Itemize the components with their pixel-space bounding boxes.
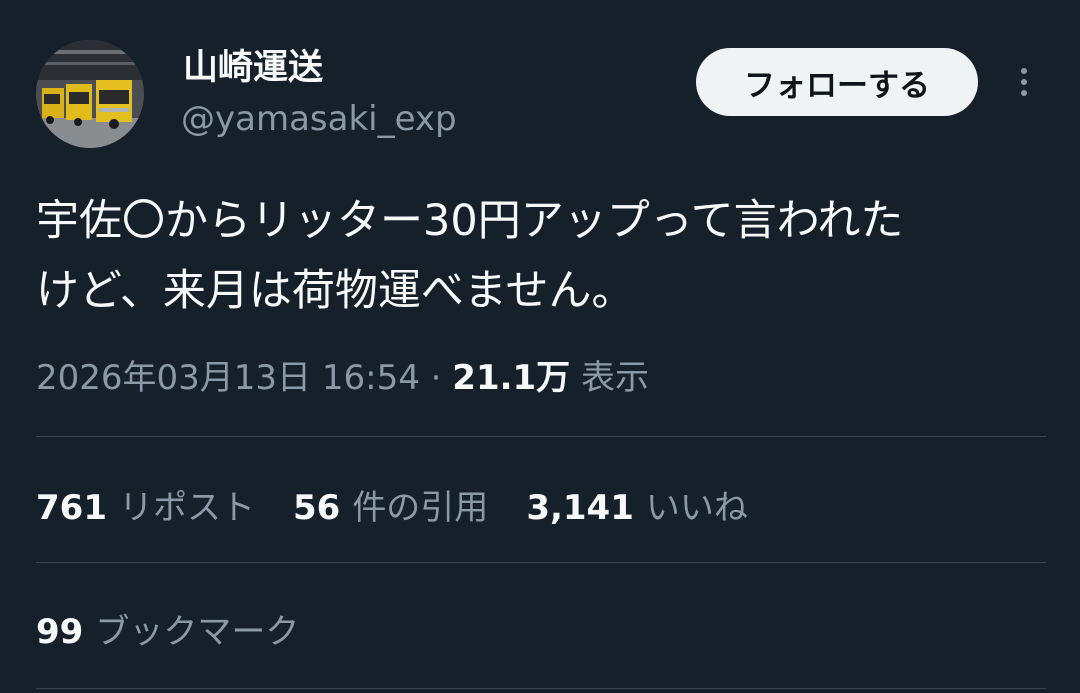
divider bbox=[36, 688, 1046, 689]
more-dot bbox=[1021, 68, 1027, 74]
timestamp[interactable]: 2026年03月13日 16:54 bbox=[36, 358, 420, 398]
bookmarks-stat-row: 99 ブックマーク bbox=[36, 600, 337, 656]
tweet-text-line: けど、来月は荷物運べません。 bbox=[36, 266, 635, 316]
follow-button[interactable]: フォローする bbox=[696, 48, 978, 116]
views-label: 表示 bbox=[581, 358, 649, 398]
tweet-card: 山崎運送 @yamasaki_exp フォローする 宇佐〇からリッター30円アッ… bbox=[0, 0, 1080, 693]
more-dot bbox=[1021, 90, 1027, 96]
likes-label: いいね bbox=[645, 487, 748, 528]
reposts-count: 761 bbox=[36, 487, 107, 528]
quotes-stat[interactable]: 56 件の引用 bbox=[293, 480, 488, 529]
bookmarks-stat[interactable]: 99 ブックマーク bbox=[36, 604, 299, 653]
reposts-label: リポスト bbox=[118, 487, 255, 528]
divider bbox=[36, 436, 1046, 437]
likes-count: 3,141 bbox=[526, 487, 634, 528]
quotes-label: 件の引用 bbox=[352, 487, 489, 528]
tweet-text: 宇佐〇からリッター30円アップって言われた けど、来月は荷物運べません。 bbox=[36, 186, 1036, 326]
user-handle[interactable]: @yamasaki_exp bbox=[181, 97, 457, 141]
avatar-image bbox=[36, 40, 144, 148]
tweet-text-line: 宇佐〇からリッター30円アップって言われた bbox=[36, 196, 904, 246]
likes-stat[interactable]: 3,141 いいね bbox=[526, 480, 748, 529]
quotes-count: 56 bbox=[292, 487, 341, 528]
bookmarks-label: ブックマーク bbox=[95, 611, 300, 652]
more-dot bbox=[1021, 79, 1027, 85]
reposts-stat[interactable]: 761 リポスト bbox=[36, 480, 255, 529]
divider bbox=[36, 562, 1046, 563]
tweet-meta: 2026年03月13日 16:54 · 21.1万 表示 bbox=[36, 352, 649, 404]
meta-separator: · bbox=[430, 358, 442, 398]
bookmarks-count: 99 bbox=[36, 611, 84, 652]
engagement-stats: 761 リポスト 56 件の引用 3,141 いいね bbox=[36, 476, 786, 532]
views-count: 21.1万 bbox=[452, 358, 571, 398]
more-vertical-icon[interactable] bbox=[1004, 60, 1044, 104]
display-name[interactable]: 山崎運送 bbox=[183, 46, 323, 90]
truck-photo-avatar[interactable] bbox=[36, 40, 144, 148]
